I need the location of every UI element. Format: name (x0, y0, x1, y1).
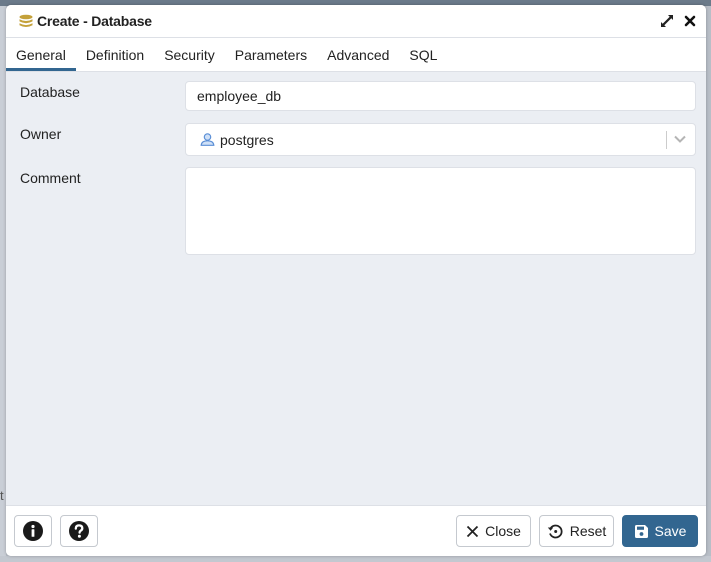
help-button[interactable] (60, 515, 98, 547)
owner-label: Owner (20, 126, 62, 142)
dialog-titlebar[interactable]: Create - Database (6, 5, 706, 38)
database-label: Database (20, 84, 80, 100)
owner-select[interactable]: postgres (185, 123, 696, 156)
tab-definition[interactable]: Definition (76, 38, 154, 71)
tab-parameters[interactable]: Parameters (225, 38, 317, 71)
user-icon (200, 133, 215, 146)
reset-button-label: Reset (569, 523, 607, 539)
dialog-title: Create - Database (37, 13, 152, 29)
info-icon (23, 521, 43, 541)
maximize-button[interactable] (660, 14, 674, 28)
tab-general[interactable]: General (6, 38, 76, 71)
save-button-label: Save (654, 523, 687, 539)
tab-sql[interactable]: SQL (399, 38, 447, 71)
tab-security[interactable]: Security (154, 38, 225, 71)
close-button[interactable]: Close (456, 515, 531, 547)
close-x-icon (466, 525, 479, 537)
reset-button[interactable]: Reset (539, 515, 614, 547)
comment-textarea[interactable] (185, 167, 696, 255)
backdrop-text: t (0, 488, 4, 503)
help-icon (69, 521, 89, 541)
owner-value: postgres (220, 131, 274, 148)
database-name-input[interactable]: employee_db (185, 81, 696, 111)
backdrop-bottom (0, 556, 711, 562)
dialog-footer: Close Reset Save (6, 505, 706, 556)
select-divider (666, 131, 667, 149)
comment-label: Comment (20, 170, 81, 186)
close-button-label: Close (485, 523, 521, 539)
close-icon (684, 15, 696, 27)
reset-icon (547, 524, 563, 538)
expand-icon (661, 15, 673, 27)
tab-advanced[interactable]: Advanced (317, 38, 399, 71)
close-dialog-button[interactable] (684, 15, 696, 27)
chevron-down-icon[interactable] (673, 134, 687, 144)
save-icon (634, 524, 648, 538)
save-button[interactable]: Save (622, 515, 698, 547)
database-icon (18, 14, 34, 28)
database-name-value: employee_db (197, 88, 282, 104)
create-database-dialog: Create - Database General Definition Sec… (6, 5, 706, 556)
info-button[interactable] (14, 515, 52, 547)
tab-bar: General Definition Security Parameters A… (6, 38, 706, 72)
